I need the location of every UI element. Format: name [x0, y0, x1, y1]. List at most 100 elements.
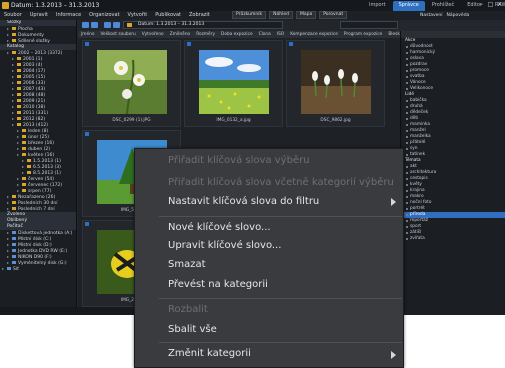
close-icon[interactable]: × [495, 1, 504, 9]
keyword-panel-tabs[interactable] [401, 31, 505, 38]
menu-item-new-keyword[interactable]: Nové klíčové slovo... [168, 222, 271, 233]
folder-icon [12, 33, 16, 36]
column-header[interactable]: Jméno [81, 31, 94, 38]
column-headers: Jméno Velikost souboru Vytvořeno Změněno Roz… [78, 31, 400, 38]
thumbnail[interactable]: DSC_9862.jpg [286, 40, 385, 127]
keyword-item[interactable]: tatínek [401, 152, 505, 158]
folder-icon [22, 177, 26, 180]
photo [97, 50, 167, 114]
maximize-icon[interactable]: □ [486, 1, 495, 9]
status-badge [85, 132, 89, 136]
menu-file[interactable]: Soubor [4, 11, 22, 20]
mode-tab-manager[interactable]: Správce [392, 1, 425, 11]
keyword-tree: Akce důvodnost harmonický oslava pozdrav prom… [401, 38, 505, 242]
keyword-item[interactable]: zvířata [401, 236, 505, 242]
details-view-icon[interactable] [113, 22, 120, 28]
settings-button[interactable]: Nastavení [420, 11, 443, 20]
folder-icon [17, 57, 21, 60]
folder-icon [22, 147, 26, 150]
folder-icon [22, 135, 26, 138]
column-header[interactable]: Clona [259, 31, 271, 38]
submenu-arrow-icon [391, 351, 396, 359]
menu-item-assign-keywords[interactable]: Přiřadit klíčová slova výběru [168, 155, 310, 166]
status-badge [289, 42, 293, 46]
minimize-icon[interactable]: – [477, 1, 486, 9]
status-badge [85, 222, 89, 226]
menu-item-convert-to-category[interactable]: Převést na kategorii [168, 279, 268, 290]
help-button[interactable]: Nápověda [447, 11, 470, 20]
menu-item-collapse-all[interactable]: Sbalit vše [168, 324, 217, 335]
menu-item-change-category[interactable]: Změnit kategorii [168, 348, 251, 359]
thumbnail[interactable]: DSC_0299 (1).JPG [82, 40, 181, 127]
folder-icon [17, 111, 21, 114]
mode-tab-import[interactable]: Import [363, 1, 392, 11]
drive-icon [12, 231, 16, 234]
column-header[interactable]: Blesk [388, 31, 400, 38]
drive-icon [12, 243, 16, 246]
folder-icon [27, 159, 31, 162]
folder-icon [22, 153, 26, 156]
app-logo-icon [2, 2, 9, 9]
folder-icon [17, 63, 21, 66]
folders-list: ▸ Plocha ▸ Dokumenty ▸ Sdílené složky [0, 26, 76, 44]
status-badge [187, 42, 191, 46]
mode-tab-viewer[interactable]: Prohlížeč [426, 1, 460, 11]
thumbnail-caption: DSC_0299 (1).JPG [112, 118, 151, 123]
keyword-item[interactable]: Velikonoce [401, 86, 505, 92]
menu-view[interactable]: Zobrazit [189, 11, 210, 20]
menu-item-assign-keywords-with-categories[interactable]: Přiřadit klíčová slova včetně kategorií … [168, 177, 394, 188]
compare-button[interactable]: Porovnat [319, 11, 348, 19]
photo [301, 50, 371, 114]
folder-icon [12, 207, 16, 210]
menu-edit[interactable]: Upravit [30, 11, 48, 20]
forward-icon[interactable] [91, 22, 98, 28]
thumbnail-caption: IMG_0132_a.jpg [216, 118, 251, 123]
column-header[interactable]: Program expozice [344, 31, 382, 38]
photo [199, 50, 269, 114]
explorer-button[interactable]: Průzkumník [232, 11, 267, 19]
drive-icon [12, 237, 16, 240]
menu-item-set-keywords-to-filter[interactable]: Nastavit klíčová slova do filtru [168, 196, 319, 207]
folder-icon [17, 117, 21, 120]
tree-item[interactable]: ▸ Síť [0, 266, 76, 272]
folder-icon [127, 23, 132, 27]
back-icon[interactable] [82, 22, 89, 28]
path-bar[interactable]: Datum: 1.3.2013 – 31.3.2013 [123, 21, 283, 29]
column-header[interactable]: Změněno [170, 31, 191, 38]
keyword-context-menu: Přiřadit klíčová slova výběru Přiřadit k… [134, 148, 404, 368]
menu-info[interactable]: Informace [56, 11, 81, 20]
keywords-panel: Akce důvodnost harmonický oslava pozdrav prom… [400, 31, 505, 315]
column-header[interactable]: Kompenzace expozice [290, 31, 338, 38]
menu-item-edit-keyword[interactable]: Upravit klíčové slovo... [168, 240, 281, 251]
column-header[interactable]: Doba expozice [221, 31, 253, 38]
folder-icon [22, 141, 26, 144]
menu-create[interactable]: Vytvořit [128, 11, 148, 20]
preview-button[interactable]: Náhled [269, 11, 293, 19]
menu-item-delete[interactable]: Smazat [168, 259, 206, 270]
thumbnails-view-icon[interactable] [104, 22, 111, 28]
menu-item-expand[interactable]: Rozbalit [168, 304, 208, 315]
window-title: Datum: 1.3.2013 – 31.3.2013 [11, 2, 100, 9]
view-buttons: Průzkumník Náhled Mapa Porovnat [232, 11, 348, 19]
menu-organize[interactable]: Organizovat [89, 11, 119, 20]
map-button[interactable]: Mapa [295, 11, 317, 19]
catalog-tree: ▸ 2002 – 2013 (3372) ▸ 2001 (1) ▸ 2003 (4) ▸ 20… [0, 50, 76, 212]
folder-icon [17, 99, 21, 102]
submenu-arrow-icon [391, 198, 396, 206]
drive-icon [12, 249, 16, 252]
title-bar: Datum: 1.3.2013 – 31.3.2013 Import Správ… [0, 0, 505, 11]
menu-publish[interactable]: Publikovat [155, 11, 181, 20]
folder-icon [22, 183, 26, 186]
folder-icon [27, 171, 31, 174]
thumbnail[interactable]: IMG_0132_a.jpg [184, 40, 283, 127]
folder-icon [12, 195, 16, 198]
column-header[interactable]: Rozměry [196, 31, 215, 38]
column-header[interactable]: Velikost souboru [100, 31, 135, 38]
search-input[interactable] [340, 21, 398, 29]
column-header[interactable]: Vytvořeno [142, 31, 164, 38]
folder-icon [17, 81, 21, 84]
folder-icon [17, 123, 21, 126]
left-panel: Složky ▸ Plocha ▸ Dokumenty ▸ Sdílené složky … [0, 20, 77, 315]
column-header[interactable]: ISO [277, 31, 284, 38]
folder-icon [22, 189, 26, 192]
